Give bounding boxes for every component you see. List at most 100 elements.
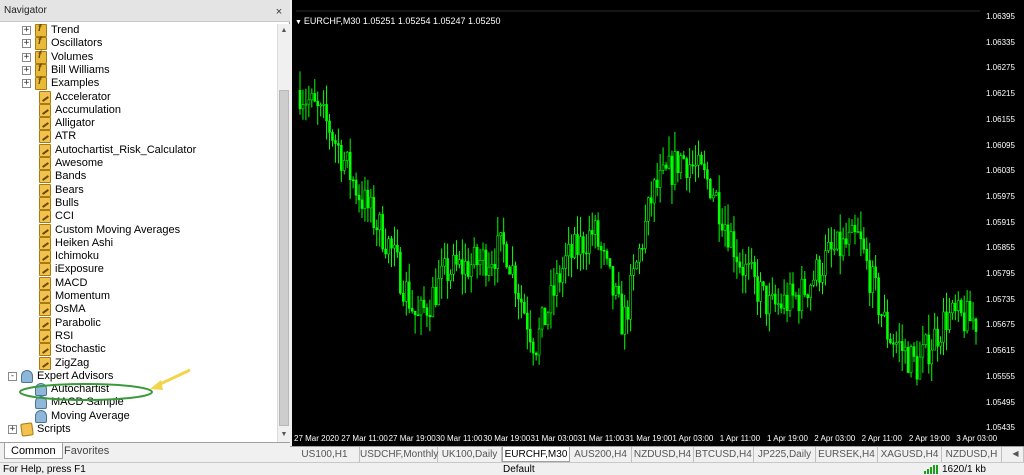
tree-item[interactable]: Stochastic bbox=[0, 343, 277, 357]
tree-item[interactable]: + Bill Williams bbox=[0, 63, 277, 77]
candle-body bbox=[487, 266, 491, 276]
chart-tab[interactable]: US100,H1 bbox=[290, 447, 360, 462]
candle-body bbox=[791, 283, 795, 296]
tree-item[interactable]: Awesome bbox=[0, 157, 277, 170]
tree-item[interactable]: + Trend bbox=[0, 24, 277, 37]
candle-body bbox=[652, 179, 656, 204]
chart-tab[interactable]: AUS200,H4 bbox=[570, 447, 632, 462]
tab-scroll-left-icon[interactable]: ◀ bbox=[1008, 447, 1024, 462]
candle-body bbox=[912, 346, 916, 357]
scripts-icon bbox=[20, 422, 34, 437]
navigator-tree: + Trend + Oscillators + Volumes + Bill Williams… bbox=[0, 24, 277, 442]
expand-icon[interactable]: + bbox=[8, 425, 17, 434]
candle-body bbox=[694, 164, 697, 167]
candle-body bbox=[322, 104, 325, 106]
scrollbar-thumb[interactable] bbox=[279, 90, 289, 426]
expand-icon[interactable]: + bbox=[22, 65, 31, 75]
scroll-up-icon[interactable]: ▲ bbox=[278, 24, 290, 38]
time-tick-label: 2 Apr 11:00 bbox=[861, 434, 902, 443]
candle-body bbox=[449, 273, 452, 281]
candle-body bbox=[298, 89, 302, 110]
tree-item[interactable]: + Scripts bbox=[0, 422, 277, 437]
chart-tab[interactable]: EURCHF,M30 bbox=[502, 447, 570, 462]
price-tick-label: 1.05855 bbox=[986, 243, 1015, 253]
chart-tab[interactable]: USDCHF,Monthly bbox=[360, 447, 438, 462]
tree-item[interactable]: Bands bbox=[0, 170, 277, 184]
navigator-scrollbar[interactable]: ▲ ▼ bbox=[277, 24, 290, 442]
tree-item[interactable]: - Expert Advisors bbox=[0, 369, 277, 383]
candle-body bbox=[886, 311, 889, 340]
candle-body bbox=[815, 259, 818, 281]
tree-item[interactable]: Accumulation bbox=[0, 103, 277, 117]
tab-common[interactable]: Common bbox=[4, 443, 63, 459]
tree-item[interactable]: CCI bbox=[0, 210, 277, 224]
candle-body bbox=[776, 303, 780, 306]
chart-tab[interactable]: JP225,Daily bbox=[754, 447, 816, 462]
candle-body bbox=[700, 154, 703, 165]
chart-menu-triangle-icon[interactable]: ▼ bbox=[295, 19, 304, 26]
expert-icon bbox=[35, 409, 47, 423]
tree-item[interactable]: Parabolic bbox=[0, 316, 277, 330]
chart-tab[interactable]: XAGUSD,H4 bbox=[878, 447, 942, 462]
candle-body bbox=[850, 225, 854, 233]
scroll-down-icon[interactable]: ▼ bbox=[278, 428, 290, 442]
chart-tab[interactable]: NZDUSD,H4 bbox=[632, 447, 694, 462]
tree-item[interactable]: + Examples bbox=[0, 76, 277, 91]
tree-item[interactable]: ATR bbox=[0, 130, 277, 144]
tree-item[interactable]: Bears bbox=[0, 183, 277, 197]
tree-item[interactable]: Ichimoku bbox=[0, 250, 277, 264]
tree-item[interactable]: MACD bbox=[0, 276, 277, 290]
tree-item[interactable]: Heiken Ashi bbox=[0, 236, 277, 250]
tree-item[interactable]: + Oscillators bbox=[0, 36, 277, 51]
tree-item-label: ATR bbox=[55, 130, 77, 143]
tree-item-label: Bulls bbox=[55, 196, 79, 209]
tree-item[interactable]: ZigZag bbox=[0, 356, 277, 370]
candle-body bbox=[614, 285, 618, 296]
tree-item-label: Ichimoku bbox=[55, 250, 100, 263]
tree-item[interactable]: OsMA bbox=[0, 303, 277, 317]
candle-body bbox=[617, 285, 621, 295]
expand-icon[interactable]: + bbox=[22, 52, 31, 62]
tree-item[interactable]: Alligator bbox=[0, 117, 277, 131]
candle-body bbox=[573, 234, 576, 258]
time-tick-label: 27 Mar 11:00 bbox=[341, 434, 388, 443]
indicator-icon bbox=[39, 157, 51, 170]
tree-item[interactable]: Bulls bbox=[0, 196, 277, 210]
candle-body bbox=[396, 244, 399, 253]
candle-body bbox=[744, 263, 748, 276]
collapse-icon[interactable]: - bbox=[8, 371, 17, 381]
candle-body bbox=[348, 151, 352, 181]
close-icon[interactable]: × bbox=[273, 6, 285, 18]
expand-icon[interactable]: + bbox=[22, 79, 31, 89]
indicator-icon bbox=[39, 303, 51, 317]
time-tick-label: 1 Apr 19:00 bbox=[767, 434, 808, 443]
candle-body bbox=[664, 164, 668, 169]
time-tick-label: 3 Apr 03:00 bbox=[956, 434, 998, 443]
time-tick-label: 2 Apr 03:00 bbox=[814, 434, 856, 443]
tree-item[interactable]: iExposure bbox=[0, 263, 277, 277]
expand-icon[interactable]: + bbox=[22, 26, 31, 35]
candle-body bbox=[508, 266, 511, 275]
tree-item[interactable]: Moving Average bbox=[0, 409, 277, 423]
tree-item[interactable]: Accelerator bbox=[0, 90, 277, 104]
tree-item[interactable]: Momentum bbox=[0, 290, 277, 303]
candle-body bbox=[455, 254, 458, 265]
chart-tab[interactable]: EURSEK,H4 bbox=[816, 447, 878, 462]
candle-body bbox=[517, 292, 520, 300]
tree-item[interactable]: Autochartist_Risk_Calculator bbox=[0, 143, 277, 157]
tree-item[interactable]: + Volumes bbox=[0, 50, 277, 64]
time-tick-label: 1 Apr 03:00 bbox=[672, 434, 714, 443]
expand-icon[interactable]: + bbox=[22, 39, 31, 49]
chart-window[interactable]: ▼ EURCHF,M30 1.05251 1.05254 1.05247 1.0… bbox=[292, 0, 1024, 446]
tree-item[interactable]: RSI bbox=[0, 329, 277, 343]
candle-body bbox=[342, 160, 346, 171]
candle-body bbox=[974, 318, 978, 332]
tree-item[interactable]: Autochartist bbox=[0, 383, 277, 397]
candlestick-chart[interactable] bbox=[292, 0, 1024, 446]
tree-item[interactable]: MACD Sample bbox=[0, 396, 277, 410]
chart-tab[interactable]: UK100,Daily bbox=[438, 447, 502, 462]
tree-item[interactable]: Custom Moving Averages bbox=[0, 223, 277, 237]
tab-favorites[interactable]: Favorites bbox=[58, 443, 115, 459]
chart-tab[interactable]: NZDUSD,H bbox=[942, 447, 1002, 462]
chart-tab[interactable]: BTCUSD,H4 bbox=[694, 447, 754, 462]
